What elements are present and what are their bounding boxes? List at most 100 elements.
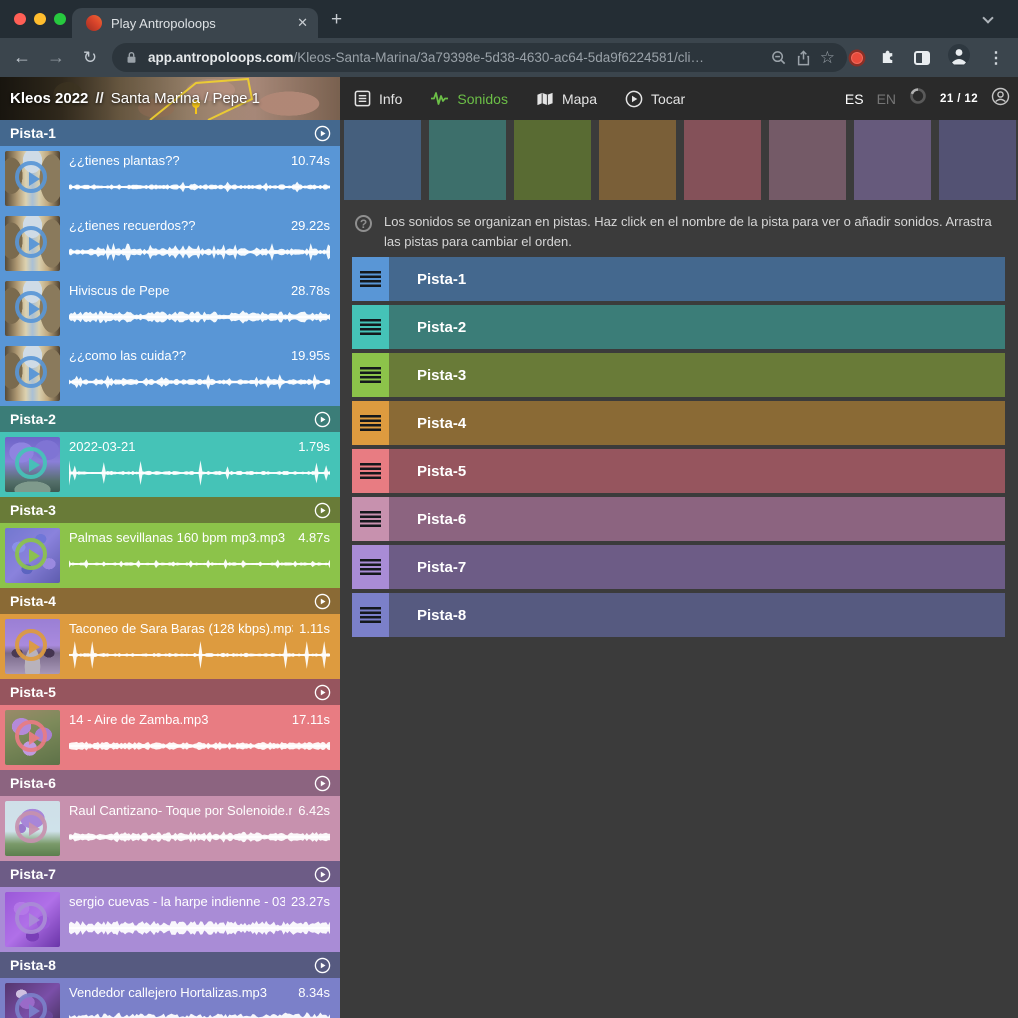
record-extension-icon[interactable] (851, 52, 863, 64)
drag-handle[interactable] (352, 593, 389, 637)
address-bar[interactable]: app.antropoloops.com/Kleos-Santa-Marina/… (112, 43, 847, 72)
track-row[interactable]: Pista-4 (352, 401, 1005, 445)
clip-thumbnail[interactable] (5, 528, 60, 583)
clip-thumbnail[interactable] (5, 281, 60, 336)
nav-item-sonidos[interactable]: Sonidos (430, 90, 508, 107)
lang-en-toggle[interactable]: EN (877, 91, 896, 107)
nav-item-info[interactable]: Info (354, 90, 402, 107)
track-name: Pista-8 (10, 957, 56, 973)
track-row-label: Pista-3 (417, 367, 466, 384)
drag-handle-icon (360, 607, 381, 623)
track-header[interactable]: Pista-5 (0, 679, 340, 705)
drag-handle[interactable] (352, 545, 389, 589)
clip-thumbnail[interactable] (5, 801, 60, 856)
track-pad-swatch[interactable] (684, 120, 761, 200)
clip-duration: 1.79s (298, 439, 330, 454)
clip-thumbnail[interactable] (5, 892, 60, 947)
nav-item-tocar[interactable]: Tocar (625, 90, 685, 108)
tab-close-icon[interactable]: ✕ (297, 15, 308, 31)
track-row[interactable]: Pista-2 (352, 305, 1005, 349)
track-play-button[interactable] (314, 684, 331, 701)
drag-handle-icon (360, 559, 381, 575)
clip-thumbnail[interactable] (5, 710, 60, 765)
traffic-maximize-button[interactable] (54, 13, 66, 25)
browser-tab[interactable]: Play Antropoloops ✕ (72, 8, 318, 38)
audio-clip[interactable]: 14 - Aire de Zamba.mp3 17.11s (0, 705, 340, 770)
drag-handle[interactable] (352, 497, 389, 541)
traffic-minimize-button[interactable] (34, 13, 46, 25)
clip-thumbnail[interactable] (5, 983, 60, 1018)
drag-handle[interactable] (352, 353, 389, 397)
track-row[interactable]: Pista-8 (352, 593, 1005, 637)
traffic-close-button[interactable] (14, 13, 26, 25)
track-play-button[interactable] (314, 593, 331, 610)
audio-clip[interactable]: ¿¿como las cuida?? 19.95s (0, 341, 340, 406)
audio-clip[interactable]: Raul Cantizano- Toque por Solenoide.mp3 … (0, 796, 340, 861)
track-pad-swatch[interactable] (854, 120, 931, 200)
drag-handle[interactable] (352, 401, 389, 445)
clip-thumbnail[interactable] (5, 346, 60, 401)
side-panel-icon[interactable] (914, 51, 930, 65)
forward-button[interactable]: → (42, 38, 70, 77)
sidebar-track-section: Pista-5 14 - Aire de Zamba.mp3 17.11s (0, 679, 340, 770)
audio-clip[interactable]: 2022-03-21 1.79s (0, 432, 340, 497)
track-pad-swatch[interactable] (769, 120, 846, 200)
nav-item-mapa[interactable]: Mapa (536, 91, 597, 107)
track-row[interactable]: Pista-1 (352, 257, 1005, 301)
drag-handle-icon (360, 271, 381, 287)
track-play-button[interactable] (314, 125, 331, 142)
track-play-button[interactable] (314, 502, 331, 519)
track-header[interactable]: Pista-7 (0, 861, 340, 887)
track-pad-swatch[interactable] (939, 120, 1016, 200)
track-header[interactable]: Pista-2 (0, 406, 340, 432)
share-icon[interactable] (796, 50, 811, 66)
back-button[interactable]: ← (8, 38, 36, 77)
drag-handle-icon (360, 463, 381, 479)
track-row[interactable]: Pista-5 (352, 449, 1005, 493)
track-header[interactable]: Pista-3 (0, 497, 340, 523)
audio-clip[interactable]: ¿¿tienes recuerdos?? 29.22s (0, 211, 340, 276)
track-header[interactable]: Pista-1 (0, 120, 340, 146)
track-header[interactable]: Pista-8 (0, 952, 340, 978)
clip-thumbnail[interactable] (5, 437, 60, 492)
bookmark-star-icon[interactable]: ☆ (820, 48, 835, 68)
audio-clip[interactable]: Vendedor callejero Hortalizas.mp3 8.34s (0, 978, 340, 1018)
tracks-sidebar: Pista-1 ¿¿tienes plantas?? 10.74s ¿¿tien… (0, 120, 340, 1018)
audio-clip[interactable]: Palmas sevillanas 160 bpm mp3.mp3 4.87s (0, 523, 340, 588)
breadcrumb-project[interactable]: Kleos 2022 (10, 90, 88, 107)
track-row[interactable]: Pista-3 (352, 353, 1005, 397)
track-play-button[interactable] (314, 866, 331, 883)
track-play-button[interactable] (314, 775, 331, 792)
track-pad-swatch[interactable] (429, 120, 506, 200)
track-pad-swatch[interactable] (599, 120, 676, 200)
browser-menu-kebab-icon[interactable]: ⋮ (988, 48, 1004, 68)
clip-thumbnail[interactable] (5, 216, 60, 271)
track-header[interactable]: Pista-4 (0, 588, 340, 614)
drag-handle[interactable] (352, 257, 389, 301)
url-text[interactable]: app.antropoloops.com/Kleos-Santa-Marina/… (148, 50, 762, 65)
account-icon[interactable] (991, 87, 1010, 111)
new-tab-button[interactable]: + (331, 9, 342, 31)
tab-search-chevron-icon[interactable] (982, 12, 993, 23)
clip-waveform (69, 640, 330, 670)
clip-thumbnail[interactable] (5, 151, 60, 206)
drag-handle[interactable] (352, 305, 389, 349)
track-play-button[interactable] (314, 411, 331, 428)
extensions-puzzle-icon[interactable] (880, 47, 897, 69)
track-row[interactable]: Pista-7 (352, 545, 1005, 589)
zoom-out-icon[interactable] (771, 50, 787, 66)
clip-thumbnail[interactable] (5, 619, 60, 674)
audio-clip[interactable]: Taconeo de Sara Baras (128 kbps).mp3 1.1… (0, 614, 340, 679)
track-header[interactable]: Pista-6 (0, 770, 340, 796)
reload-button[interactable]: ↻ (76, 38, 104, 77)
audio-clip[interactable]: sergio cuevas - la harpe indienne - 03 -… (0, 887, 340, 952)
lang-es-toggle[interactable]: ES (845, 91, 864, 107)
track-play-button[interactable] (314, 957, 331, 974)
audio-clip[interactable]: Hiviscus de Pepe 28.78s (0, 276, 340, 341)
track-pad-swatch[interactable] (344, 120, 421, 200)
track-pad-swatch[interactable] (514, 120, 591, 200)
audio-clip[interactable]: ¿¿tienes plantas?? 10.74s (0, 146, 340, 211)
drag-handle[interactable] (352, 449, 389, 493)
track-row[interactable]: Pista-6 (352, 497, 1005, 541)
profile-avatar[interactable] (947, 43, 971, 72)
